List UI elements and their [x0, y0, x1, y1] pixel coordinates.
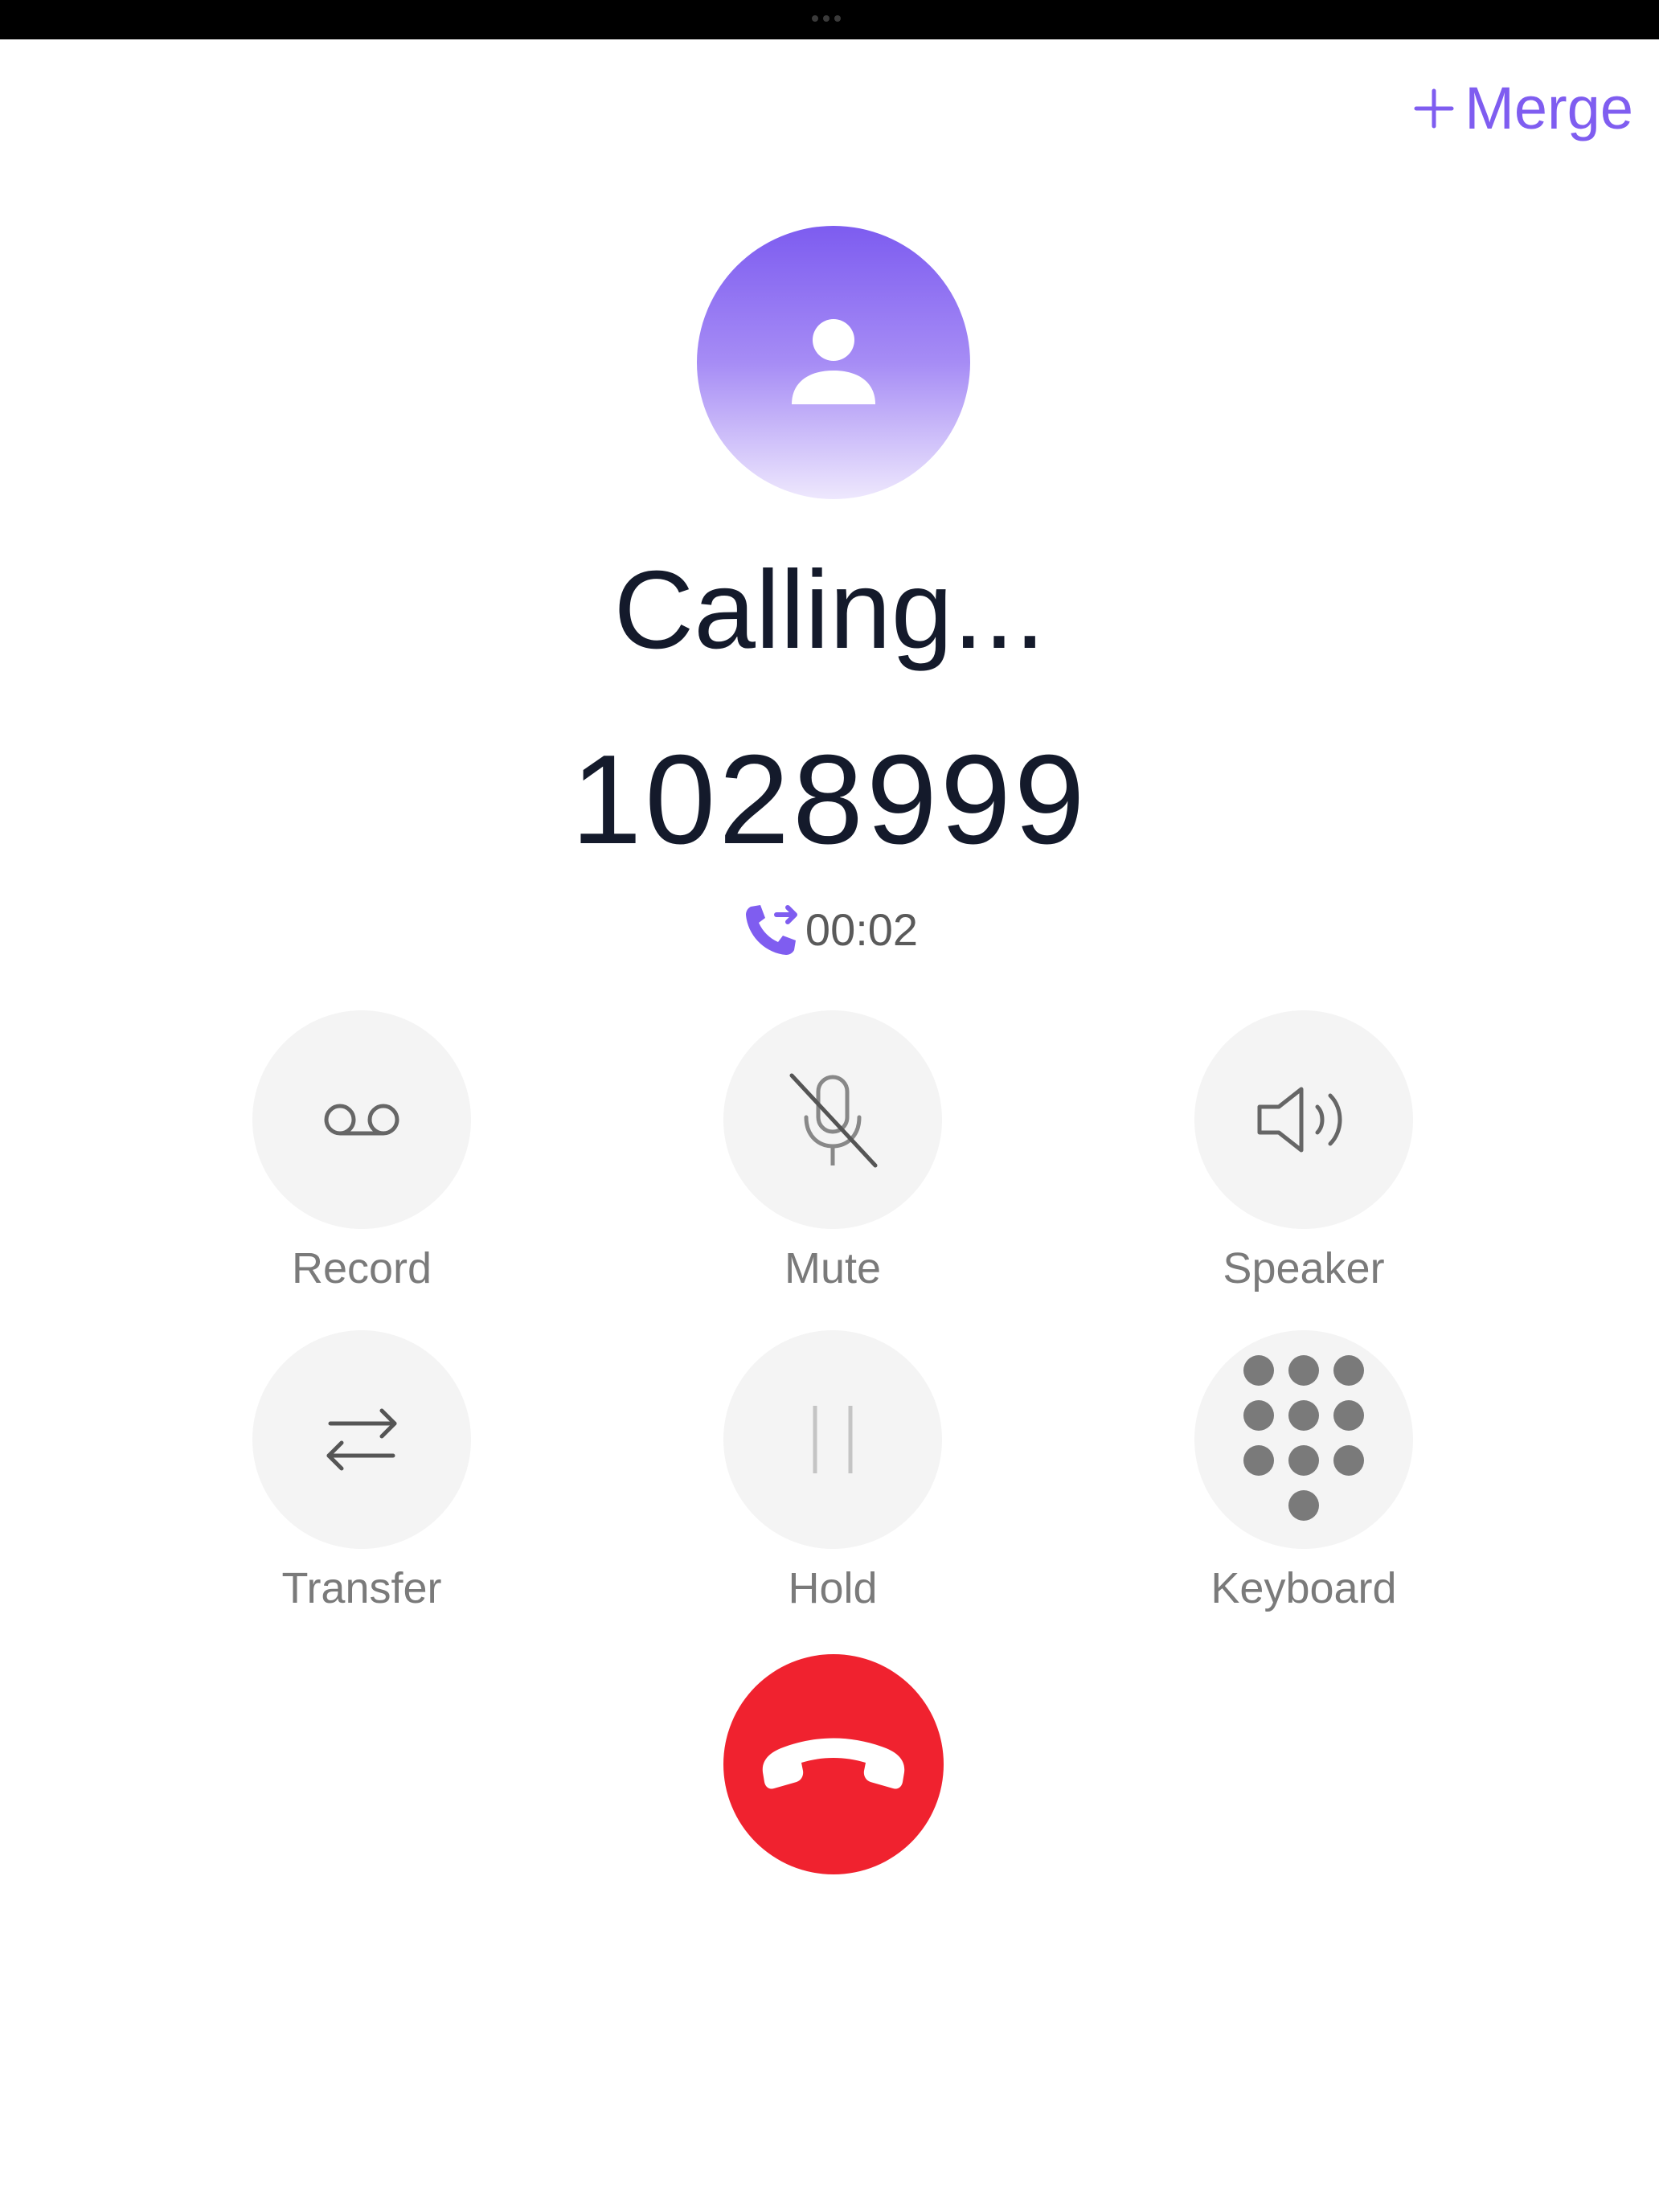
- person-icon: [792, 319, 875, 404]
- phone-number: 1028999: [571, 729, 1088, 870]
- speaker-button[interactable]: [1194, 1010, 1413, 1229]
- outgoing-call-icon: [745, 905, 797, 955]
- transfer-label: Transfer: [281, 1564, 442, 1612]
- plus-icon: [1414, 88, 1454, 128]
- transfer-button[interactable]: [252, 1330, 471, 1549]
- mute-control: Mute: [723, 1010, 942, 1293]
- call-timer: 00:02: [0, 899, 1659, 960]
- keypad-icon: [1243, 1355, 1364, 1521]
- keyboard-control: Keyboard: [1194, 1330, 1413, 1613]
- hang-up-icon: [762, 1738, 905, 1789]
- voicemail-icon: [324, 1104, 399, 1136]
- call-screen: Merge Calling... 1028999 00:02 Record Mu…: [0, 0, 1659, 2212]
- top-status-bar: [0, 0, 1659, 39]
- mute-button[interactable]: [723, 1010, 942, 1229]
- mic-off-icon: [789, 1073, 878, 1168]
- keyboard-label: Keyboard: [1210, 1564, 1397, 1612]
- mute-label: Mute: [784, 1244, 882, 1292]
- transfer-arrows-icon: [326, 1408, 397, 1471]
- transfer-control: Transfer: [252, 1330, 471, 1613]
- speaker-control: Speaker: [1194, 1010, 1413, 1293]
- contact-avatar: [697, 226, 970, 499]
- multitasking-handle-icon[interactable]: [812, 15, 841, 22]
- call-duration: 00:02: [805, 903, 919, 955]
- hold-control: Hold: [723, 1330, 942, 1613]
- merge-button[interactable]: Merge: [1411, 74, 1633, 142]
- record-button[interactable]: [252, 1010, 471, 1229]
- record-label: Record: [291, 1244, 432, 1292]
- hold-label: Hold: [788, 1564, 878, 1612]
- end-call-button[interactable]: [723, 1654, 944, 1874]
- keyboard-button[interactable]: [1194, 1330, 1413, 1549]
- call-status: Calling...: [613, 548, 1046, 672]
- merge-label: Merge: [1464, 75, 1633, 141]
- hold-button[interactable]: [723, 1330, 942, 1549]
- speaker-icon: [1257, 1087, 1342, 1153]
- record-control: Record: [252, 1010, 471, 1293]
- pause-icon: [813, 1406, 853, 1473]
- speaker-label: Speaker: [1223, 1244, 1385, 1292]
